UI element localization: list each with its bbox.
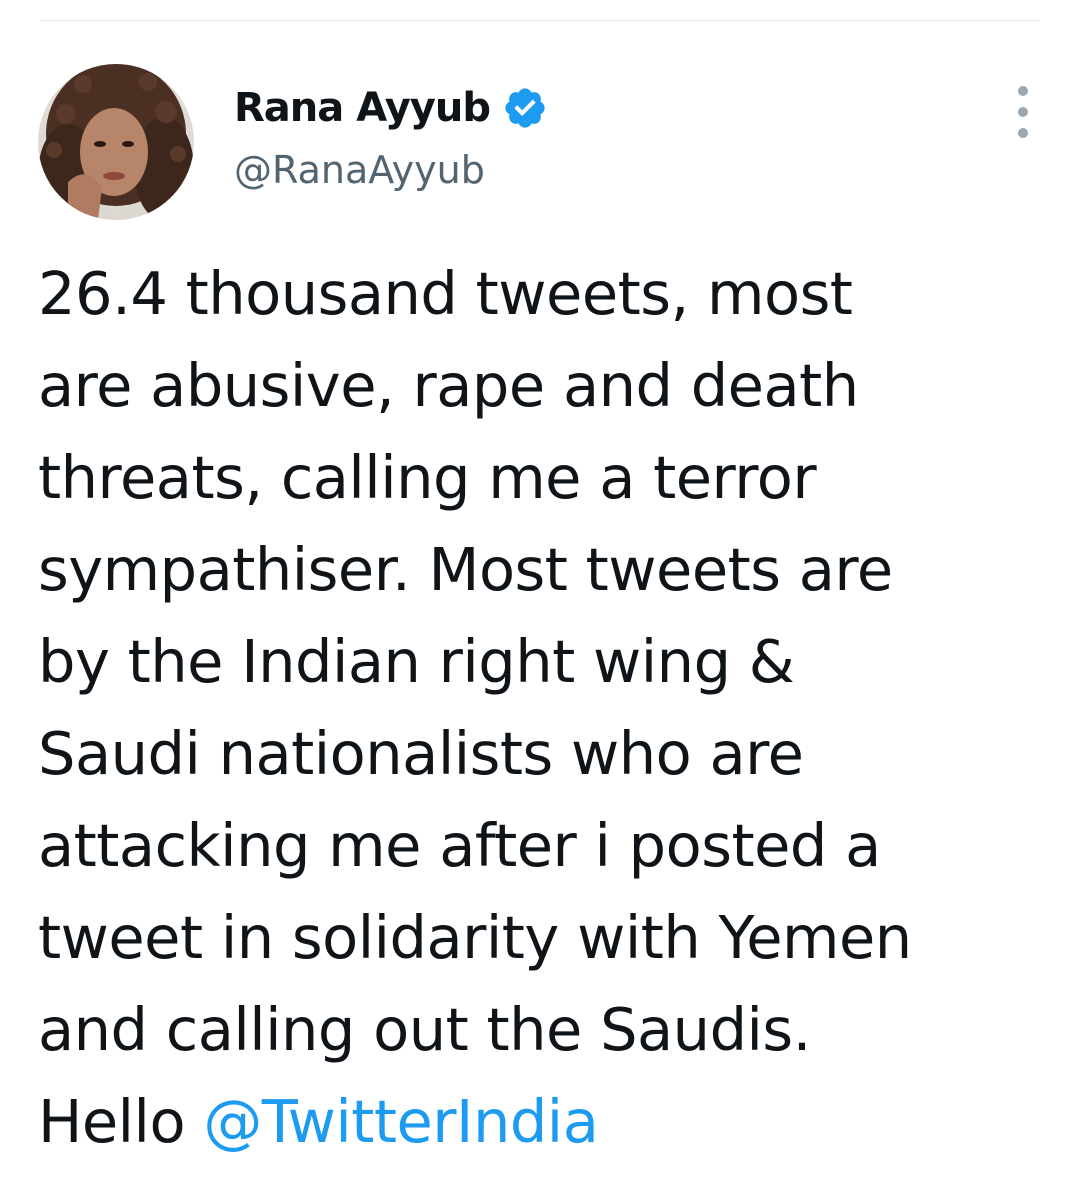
tweet-line-last: Hello @TwitterIndia <box>38 1076 1038 1168</box>
tweet-line: are abusive, rape and death <box>38 351 859 420</box>
tweet-line: and calling out the Saudis. <box>38 995 811 1064</box>
tweet-line: 26.4 thousand tweets, most <box>38 259 853 328</box>
more-dot <box>1018 107 1028 117</box>
verified-badge-icon <box>502 85 548 131</box>
avatar-image <box>38 64 194 220</box>
tweet-line: sympathiser. Most tweets are <box>38 535 893 604</box>
tweet-header: Rana Ayyub @RanaAyyub <box>38 64 1048 224</box>
tweet-line: Saudi nationalists who are <box>38 719 804 788</box>
author-block: Rana Ayyub @RanaAyyub <box>234 78 548 192</box>
top-divider <box>40 20 1040 21</box>
tweet-line: tweet in solidarity with Yemen <box>38 903 912 972</box>
more-dot <box>1018 128 1028 138</box>
name-row: Rana Ayyub <box>234 78 548 138</box>
mention-link[interactable]: @TwitterIndia <box>203 1087 599 1156</box>
author-handle[interactable]: @RanaAyyub <box>234 148 548 192</box>
tweet-line: threats, calling me a terror <box>38 443 817 512</box>
more-dot <box>1018 86 1028 96</box>
tweet-line: by the Indian right wing & <box>38 627 795 696</box>
tweet-line: attacking me after i posted a <box>38 811 881 880</box>
tweet-text: 26.4 thousand tweets, most are abusive, … <box>38 248 1038 1168</box>
greeting-text: Hello <box>38 1087 204 1156</box>
avatar[interactable] <box>38 64 194 220</box>
more-options-icon[interactable] <box>1008 86 1038 138</box>
display-name[interactable]: Rana Ayyub <box>234 85 491 131</box>
